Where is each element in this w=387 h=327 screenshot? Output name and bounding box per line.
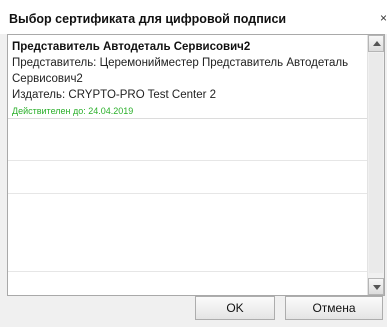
arrow-down-icon: [373, 285, 381, 290]
dialog-footer: OK Отмена: [0, 296, 387, 327]
certificate-valid-until: Действителен до: 24.04.2019: [12, 106, 134, 116]
certificate-item[interactable]: Представитель Автодеталь Сервисович2 Пре…: [8, 35, 367, 119]
dialog-titlebar: Выбор сертификата для цифровой подписи ×: [0, 0, 387, 34]
close-button[interactable]: ×: [375, 10, 387, 26]
list-divider: [8, 193, 367, 194]
arrow-up-icon: [373, 41, 381, 46]
certificate-list-content: Представитель Автодеталь Сервисович2 Пре…: [8, 35, 367, 295]
list-divider: [8, 271, 367, 272]
cancel-button[interactable]: Отмена: [285, 296, 383, 320]
certificate-dialog: Выбор сертификата для цифровой подписи ×…: [0, 0, 387, 327]
scroll-thumb[interactable]: [369, 53, 383, 273]
list-divider: [8, 160, 367, 161]
scroll-down-button[interactable]: [368, 278, 384, 295]
certificate-issuer: Издатель: CRYPTO-PRO Test Center 2: [12, 89, 217, 101]
certificate-list[interactable]: Представитель Автодеталь Сервисович2 Пре…: [7, 34, 385, 296]
vertical-scrollbar[interactable]: [367, 35, 384, 295]
certificate-name: Представитель Автодеталь Сервисович2: [12, 41, 251, 53]
ok-button[interactable]: OK: [195, 296, 275, 320]
dialog-title: Выбор сертификата для цифровой подписи: [9, 12, 287, 26]
scroll-up-button[interactable]: [368, 35, 384, 52]
certificate-subject: Представитель: Церемонийместер Представи…: [12, 57, 349, 85]
close-icon: ×: [379, 11, 387, 25]
